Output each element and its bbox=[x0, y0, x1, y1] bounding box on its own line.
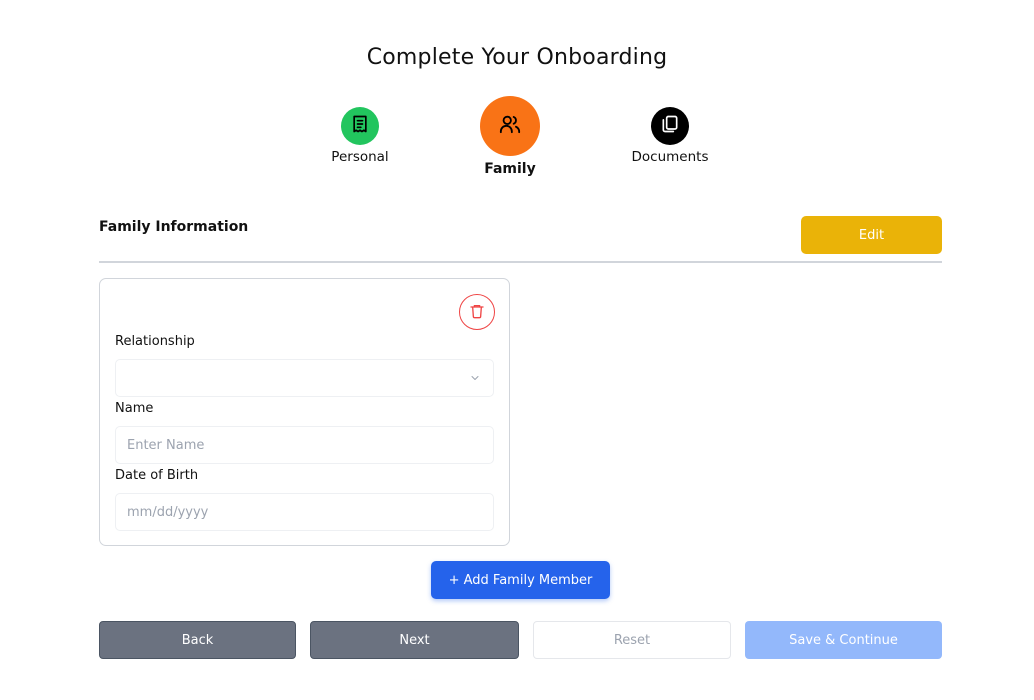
add-family-member-button[interactable]: + Add Family Member bbox=[431, 561, 610, 599]
dob-label: Date of Birth bbox=[115, 468, 199, 483]
users-icon bbox=[499, 113, 521, 139]
dob-input[interactable] bbox=[115, 493, 494, 531]
section-title: Family Information bbox=[99, 219, 249, 235]
step-documents-circle bbox=[651, 107, 689, 145]
next-button[interactable]: Next bbox=[310, 621, 519, 659]
family-member-card: Relationship Name Date of Birth bbox=[99, 278, 510, 546]
name-label: Name bbox=[115, 401, 154, 416]
step-family-label: Family bbox=[484, 161, 536, 177]
reset-button[interactable]: Reset bbox=[533, 621, 731, 659]
step-documents-label: Documents bbox=[631, 149, 709, 165]
step-documents[interactable]: Documents bbox=[620, 107, 720, 165]
chevron-down-icon bbox=[469, 372, 481, 388]
step-personal-circle bbox=[341, 107, 379, 145]
page-title: Complete Your Onboarding bbox=[366, 45, 668, 70]
save-continue-button[interactable]: Save & Continue bbox=[745, 621, 942, 659]
onboarding-stepper: Personal Family Documents bbox=[0, 95, 1034, 185]
trash-icon bbox=[469, 303, 485, 322]
back-button[interactable]: Back bbox=[99, 621, 296, 659]
relationship-label: Relationship bbox=[115, 334, 195, 349]
step-family-circle bbox=[480, 96, 540, 156]
delete-member-button[interactable] bbox=[459, 294, 495, 330]
step-personal[interactable]: Personal bbox=[320, 107, 400, 165]
edit-button[interactable]: Edit bbox=[801, 216, 942, 254]
receipt-icon bbox=[350, 114, 370, 138]
step-family[interactable]: Family bbox=[470, 96, 550, 177]
name-input[interactable] bbox=[115, 426, 494, 464]
relationship-select[interactable] bbox=[115, 359, 494, 397]
copy-icon bbox=[660, 114, 680, 138]
step-personal-label: Personal bbox=[331, 149, 389, 165]
section-divider bbox=[99, 261, 942, 263]
